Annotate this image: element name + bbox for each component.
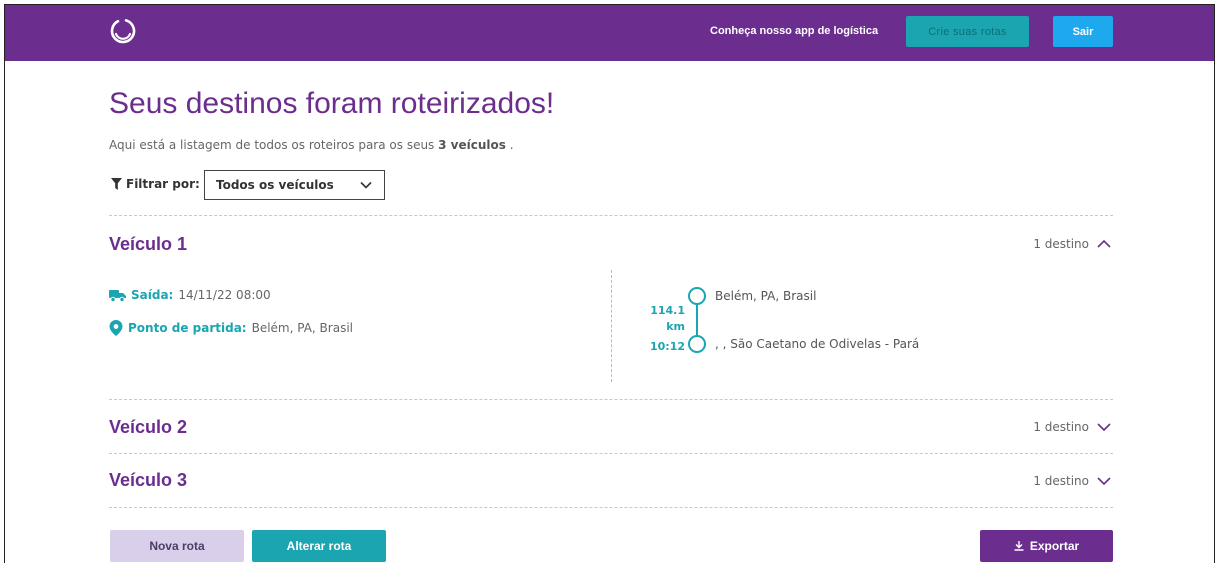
filter-selected-value: Todos os veículos bbox=[216, 178, 334, 192]
map-pin-icon bbox=[109, 320, 123, 336]
app-frame: Conheça nosso app de logística Crie suas… bbox=[4, 4, 1215, 563]
vehicle-3-title[interactable]: Veículo 3 bbox=[109, 470, 187, 491]
vehicle-3-destination-count: 1 destino bbox=[1033, 474, 1089, 488]
start-point-label: Ponto de partida: bbox=[128, 321, 247, 335]
departure-label: Saída: bbox=[131, 288, 174, 302]
chevron-down-icon bbox=[1097, 423, 1111, 432]
vehicle-2-title[interactable]: Veículo 2 bbox=[109, 417, 187, 438]
route-eta: 10:12 bbox=[649, 340, 685, 353]
start-point-row: Ponto de partida: Belém, PA, Brasil bbox=[109, 320, 353, 336]
chevron-down-icon bbox=[360, 181, 372, 189]
vehicle-count: 3 veículos bbox=[438, 138, 506, 152]
start-point-value: Belém, PA, Brasil bbox=[251, 321, 353, 335]
export-label: Exportar bbox=[1029, 539, 1080, 553]
chevron-down-icon bbox=[1097, 477, 1111, 486]
divider bbox=[109, 215, 1113, 216]
filter-label: Filtrar por: bbox=[111, 177, 200, 191]
vertical-divider bbox=[611, 270, 612, 382]
chevron-up-icon bbox=[1097, 239, 1111, 248]
divider bbox=[109, 453, 1113, 454]
route-origin-circle-icon bbox=[688, 287, 706, 305]
truck-icon bbox=[109, 289, 126, 302]
subtitle-prefix: Aqui está a listagem de todos os roteiro… bbox=[109, 138, 435, 152]
top-navbar: Conheça nosso app de logística Crie suas… bbox=[5, 5, 1214, 61]
departure-row: Saída: 14/11/22 08:00 bbox=[109, 288, 271, 302]
new-route-button[interactable]: Nova rota bbox=[110, 530, 244, 562]
vehicle-1-toggle[interactable]: 1 destino bbox=[1033, 237, 1111, 251]
divider bbox=[109, 399, 1113, 400]
logo-icon[interactable] bbox=[109, 17, 137, 45]
page-subtitle: Aqui está a listagem de todos os roteiro… bbox=[109, 138, 514, 152]
route-distance-value: 114.1 bbox=[650, 304, 685, 317]
route-origin-address: Belém, PA, Brasil bbox=[715, 289, 817, 303]
departure-value: 14/11/22 08:00 bbox=[178, 288, 271, 302]
download-icon bbox=[1014, 541, 1024, 551]
subtitle-suffix: . bbox=[509, 138, 514, 152]
create-routes-button[interactable]: Crie suas rotas bbox=[906, 16, 1029, 47]
filter-icon bbox=[111, 178, 122, 190]
alter-route-button[interactable]: Alterar rota bbox=[252, 530, 386, 562]
vehicle-1-destination-count: 1 destino bbox=[1033, 237, 1089, 251]
route-destination-address: , , São Caetano de Odivelas - Pará bbox=[715, 337, 920, 351]
divider bbox=[109, 507, 1113, 508]
route-destination-circle-icon bbox=[688, 335, 706, 353]
export-button[interactable]: Exportar bbox=[980, 530, 1113, 562]
filter-label-text: Filtrar por: bbox=[126, 177, 200, 191]
vehicle-2-toggle[interactable]: 1 destino bbox=[1033, 420, 1111, 434]
route-distance-unit: km bbox=[666, 320, 685, 333]
logistics-app-link[interactable]: Conheça nosso app de logística bbox=[710, 25, 878, 37]
vehicle-filter-select[interactable]: Todos os veículos bbox=[204, 170, 385, 200]
vehicle-3-toggle[interactable]: 1 destino bbox=[1033, 474, 1111, 488]
exit-button[interactable]: Sair bbox=[1053, 16, 1113, 47]
vehicle-1-title[interactable]: Veículo 1 bbox=[109, 234, 187, 255]
route-distance: 114.1 km bbox=[645, 303, 685, 335]
vehicle-2-destination-count: 1 destino bbox=[1033, 420, 1089, 434]
route-connector bbox=[696, 304, 698, 335]
page-title: Seus destinos foram roteirizados! bbox=[109, 87, 555, 120]
